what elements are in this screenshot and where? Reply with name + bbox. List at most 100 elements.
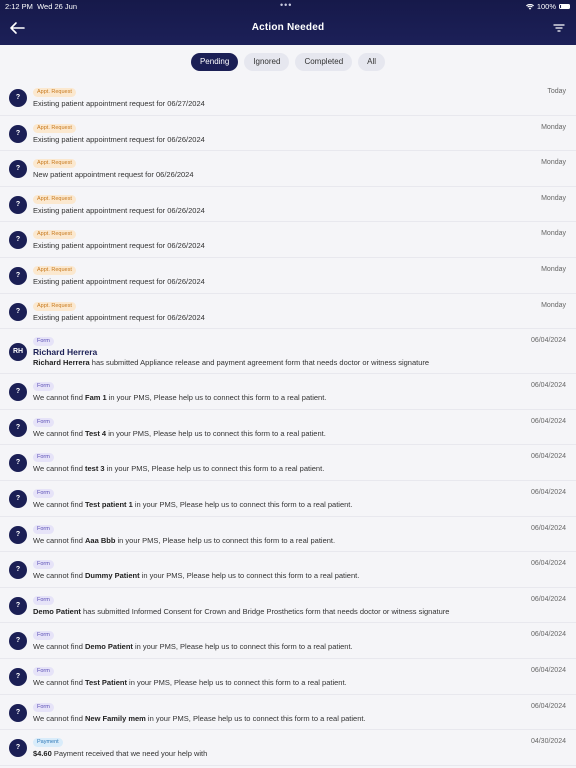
message-highlight: Aaa Bbb [84, 535, 116, 545]
message-highlight: Richard Herrera [33, 358, 90, 368]
type-badge: Form [33, 560, 54, 570]
list-item[interactable]: ? Appt. Request Monday Existing patient app… [0, 294, 576, 330]
item-message: We cannot find Test Patient in your PMS,… [33, 678, 347, 687]
item-message: Existing patient appointment request for… [33, 99, 205, 108]
message-text: in your PMS, Please help us to connect t… [106, 393, 327, 403]
item-date: 06/04/2024 [530, 702, 566, 710]
list-item[interactable]: ? Form 06/04/2024 We cannot find test 3 in … [0, 445, 576, 481]
message-text: We cannot find [33, 428, 85, 438]
list-item[interactable]: ? Appt. Request Monday Existing patient app… [0, 116, 576, 152]
list-item[interactable]: ? Form 06/04/2024 We cannot find Demo Patie… [0, 623, 576, 659]
item-date: Monday [541, 301, 566, 309]
message-text: has submitted Appliance release and paym… [89, 358, 430, 368]
message-highlight: Fam 1 [84, 393, 107, 403]
unknown-patient-avatar: ? [9, 231, 27, 250]
message-text: Existing patient appointment request for… [33, 312, 205, 322]
item-date: 06/04/2024 [530, 631, 566, 639]
item-date: 06/04/2024 [530, 382, 566, 390]
type-badge: Appt. Request [33, 265, 76, 275]
item-message: New patient appointment request for 06/2… [33, 170, 194, 179]
item-date: Monday [541, 194, 566, 202]
page-title: Action Needed [251, 22, 325, 33]
item-date: 06/04/2024 [530, 488, 566, 496]
type-badge: Form [33, 595, 54, 605]
list-item[interactable]: ? Appt. Request Monday Existing patient app… [0, 258, 576, 294]
type-badge: Form [33, 524, 54, 534]
list-item[interactable]: ? Appt. Request Monday New patient appointm… [0, 151, 576, 187]
message-text: in your PMS, Please help us to connect t… [126, 677, 347, 687]
message-text: in your PMS, Please help us to connect t… [145, 713, 366, 723]
unknown-patient-avatar: ? [9, 124, 27, 143]
message-text: We cannot find [33, 713, 85, 723]
item-date: 06/04/2024 [530, 666, 566, 674]
list-item[interactable]: ? Form 06/04/2024 Demo Patient has submitte… [0, 588, 576, 624]
list-item[interactable]: ? Payment 04/30/2024 $4.60 Payment received… [0, 730, 576, 766]
unknown-patient-avatar: ? [9, 525, 27, 544]
message-highlight: Test Patient [84, 677, 127, 687]
type-badge: Appt. Request [33, 159, 76, 169]
message-text: We cannot find [33, 535, 85, 545]
battery-icon [559, 3, 570, 10]
unknown-patient-avatar: ? [9, 418, 27, 437]
message-text: in your PMS, Please help us to connect t… [106, 428, 326, 438]
type-badge: Form [33, 631, 54, 641]
item-message: We cannot find Aaa Bbb in your PMS, Plea… [33, 536, 335, 545]
item-date: 06/04/2024 [530, 417, 566, 425]
type-badge: Form [33, 417, 54, 427]
list-item[interactable]: ? Form 06/04/2024 We cannot find Fam 1 in y… [0, 374, 576, 410]
item-message: Existing patient appointment request for… [33, 277, 205, 286]
type-badge: Appt. Request [33, 301, 76, 311]
item-date: Today [547, 88, 566, 95]
list-item[interactable]: ? Form 06/04/2024 We cannot find Aaa Bbb in… [0, 517, 576, 553]
list-item[interactable]: ? Form 06/04/2024 We cannot find Dummy Pati… [0, 552, 576, 588]
type-badge: Form [33, 337, 54, 347]
status-tabs: Pending Ignored Completed All [0, 53, 576, 71]
list-item[interactable]: ? Form 06/04/2024 We cannot find Test Patie… [0, 659, 576, 695]
item-date: 06/04/2024 [530, 560, 566, 568]
unknown-patient-avatar: ? [9, 561, 27, 580]
item-message: Existing patient appointment request for… [33, 206, 205, 215]
message-text: in your PMS, Please help us to connect t… [104, 464, 325, 474]
tab-completed[interactable]: Completed [295, 53, 353, 71]
message-highlight: Dummy Patient [84, 571, 140, 581]
tab-pending[interactable]: Pending [190, 53, 239, 71]
item-message: $4.60 Payment received that we need your… [33, 749, 207, 758]
type-badge: Appt. Request [33, 194, 76, 204]
item-message: We cannot find test 3 in your PMS, Pleas… [33, 464, 324, 473]
message-text: in your PMS, Please help us to connect t… [132, 499, 353, 509]
unknown-patient-avatar: ? [9, 383, 27, 402]
unknown-patient-avatar: ? [9, 739, 27, 758]
list-item[interactable]: ? Form 06/04/2024 We cannot find Test 4 in … [0, 410, 576, 446]
list-item[interactable]: ? Form 06/04/2024 We cannot find Test patie… [0, 481, 576, 517]
type-badge: Payment [33, 738, 63, 748]
message-text: in your PMS, Please help us to connect t… [115, 535, 336, 545]
item-message: Demo Patient has submitted Informed Cons… [33, 607, 449, 616]
message-text: We cannot find [33, 642, 85, 652]
tab-ignored[interactable]: Ignored [244, 53, 290, 71]
message-text: Existing patient appointment request for… [33, 99, 205, 108]
message-text: We cannot find [33, 393, 85, 403]
type-badge: Appt. Request [33, 88, 76, 97]
unknown-patient-avatar: ? [9, 160, 27, 179]
list-item[interactable]: RH Form 06/04/2024 Richard Herrera Richard H… [0, 329, 576, 375]
item-date: 06/04/2024 [530, 453, 566, 461]
message-text: Existing patient appointment request for… [33, 205, 205, 215]
list-item[interactable]: ? Form 06/04/2024 We cannot find New Family… [0, 695, 576, 731]
filter-icon[interactable] [552, 22, 566, 34]
wifi-icon [525, 3, 534, 10]
message-text: has submitted Informed Consent for Crown… [80, 606, 450, 616]
type-badge: Form [33, 666, 54, 676]
type-badge: Appt. Request [33, 123, 76, 133]
item-message: Existing patient appointment request for… [33, 135, 205, 144]
message-highlight: $4.60 [33, 749, 52, 759]
message-text: New patient appointment request for 06/2… [33, 170, 194, 180]
type-badge: Form [33, 453, 54, 463]
tab-all[interactable]: All [358, 53, 386, 71]
list-item[interactable]: ? Appt. Request Monday Existing patient app… [0, 222, 576, 258]
list-item[interactable]: ? Appt. Request Monday Existing patient app… [0, 187, 576, 223]
multitasking-dots[interactable]: ••• [280, 0, 292, 10]
list-item[interactable]: ? Appt. Request Today Existing patient appo… [0, 80, 576, 116]
unknown-patient-avatar: ? [9, 266, 27, 285]
unknown-patient-avatar: ? [9, 703, 27, 722]
type-badge: Appt. Request [33, 230, 76, 240]
